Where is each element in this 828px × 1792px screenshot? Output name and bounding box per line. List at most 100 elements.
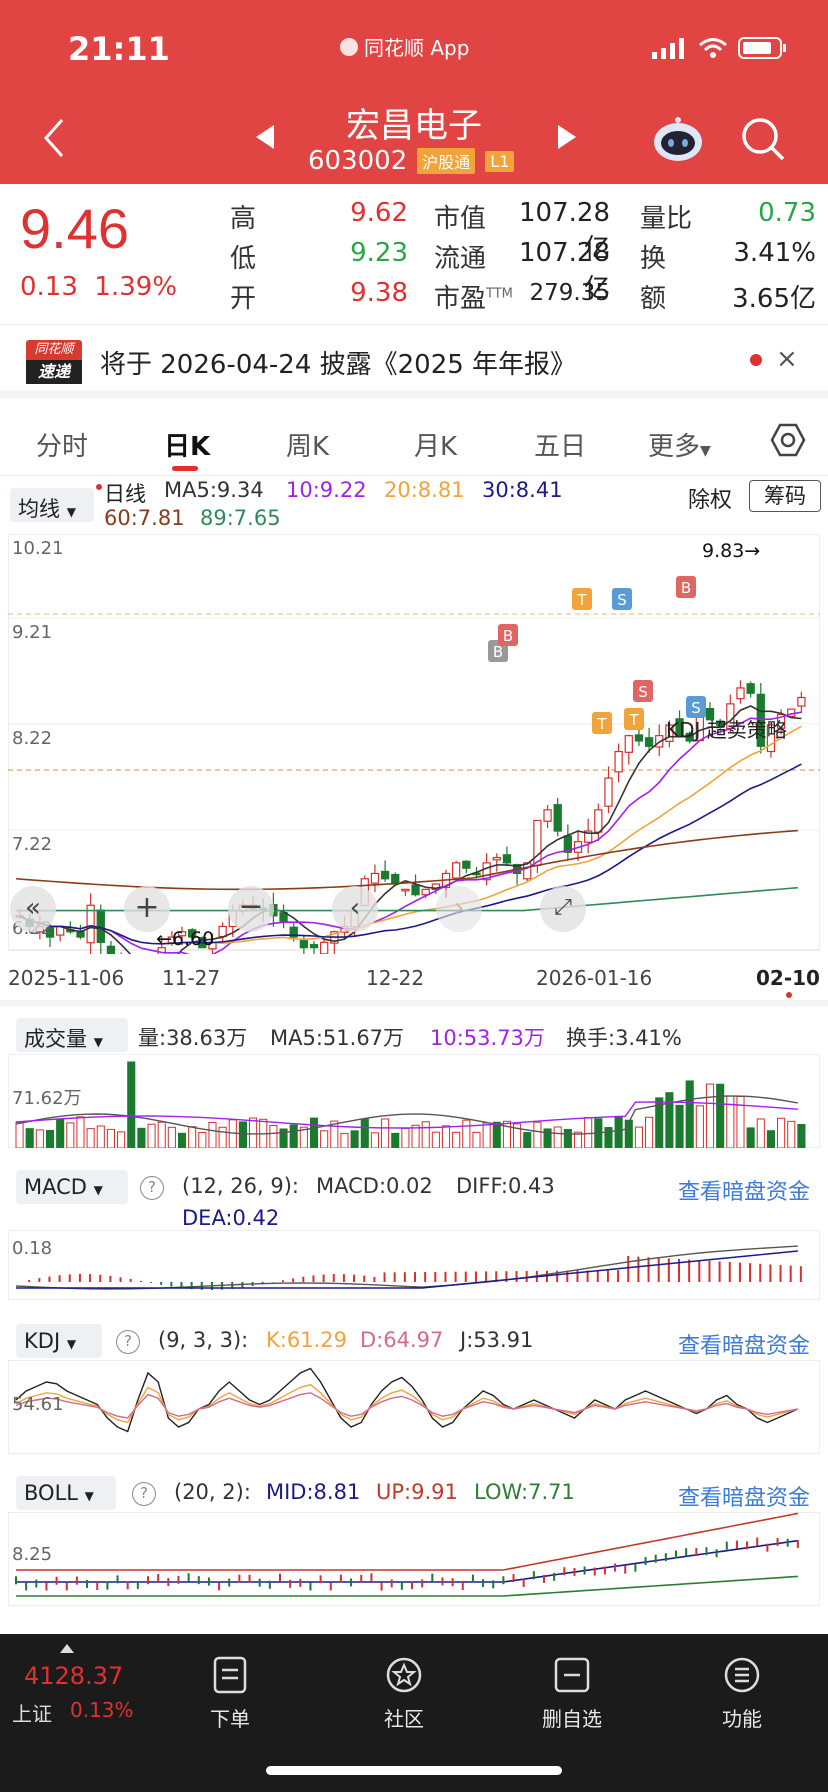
candle-body [644,737,654,747]
volume-selector[interactable]: 成交量 ▼ [16,1018,128,1052]
boll-chart[interactable] [8,1512,820,1606]
y-axis-4: 7.22 [12,834,53,855]
notice-text[interactable]: 将于 2026-04-24 披露《2025 年年报》 [100,344,576,381]
signal-badge-text: B [681,579,691,597]
volume-chart[interactable] [8,1054,820,1148]
kdj-strategy-label[interactable]: KDJ 超卖策略 [666,714,787,743]
boll-up: UP:9.91 [376,1480,458,1504]
scroll-left-button[interactable]: « [10,886,56,932]
y-axis-3: 8.22 [12,728,53,749]
volume-bar [614,1115,623,1148]
volume-bar [86,1128,95,1148]
dark-pool-link-macd[interactable]: 查看暗盘资金 [678,1174,810,1206]
nav-functions[interactable]: 功能 [682,1656,802,1732]
search-icon[interactable] [740,116,786,162]
macd-params: (12, 26, 9): [182,1174,299,1198]
volume-bar [553,1126,562,1148]
volume-bar [188,1126,197,1148]
volume-bar [35,1129,44,1148]
turnover-label: 换 [640,244,667,274]
dea-value: DEA:0.42 [182,1206,280,1230]
ma5-value: MA5:9.34 [164,478,264,502]
tab-fenshi[interactable]: 分时 [36,426,88,463]
candlestick-chart[interactable]: T SBBBT TSS [8,534,820,954]
macd-y-label: 0.18 [12,1238,53,1259]
kdj-selector[interactable]: KDJ ▼ [16,1324,102,1358]
stock-code: 603002 [308,146,408,176]
min-price-label: ←6.60 [156,928,215,950]
nav-remove-watchlist[interactable]: 删自选 [512,1656,632,1732]
settings-hex-icon[interactable] [770,422,806,458]
volume-bar [269,1124,278,1148]
boll-selector[interactable]: BOLL ▼ [16,1476,116,1510]
nav-remove-watchlist-label: 删自选 [542,1707,602,1731]
volume-bar [675,1104,684,1148]
j-line [15,1367,799,1433]
vol-ratio-value: 0.73 [758,198,816,228]
help-icon[interactable]: ? [140,1176,164,1200]
prev-candle-button[interactable]: ‹ [332,886,378,932]
volume-turnover: 换手:3.41% [566,1026,682,1050]
app-logo-icon [340,37,358,56]
volume-bar [370,1132,379,1148]
volume-bar [117,1131,126,1148]
exright-button[interactable]: 除权 [688,482,732,514]
nav-community[interactable]: 社区 [344,1656,464,1732]
tab-monthly-k[interactable]: 月K [414,426,457,463]
volume-bar [127,1061,136,1148]
boll-params: (20, 2): [174,1480,251,1504]
volume-bar [56,1119,65,1148]
index-widget[interactable]: 4128.37 上证 0.13% [10,1642,140,1726]
notice-close-button[interactable]: × [776,344,798,374]
volume-bar [695,1105,704,1148]
nav-order[interactable]: 下单 [170,1656,290,1732]
volume-bar [787,1120,796,1148]
date-label-2: 11-27 [162,966,221,990]
tab-more-label: 更多 [648,432,701,462]
fullscreen-button[interactable]: ⤢ [540,886,586,932]
candle-body [543,809,552,822]
macd-chart[interactable] [8,1230,820,1300]
boll-selector-label: BOLL [24,1481,78,1505]
red-dot [96,484,102,490]
low-value: 9.23 [350,238,408,268]
volume-bar [705,1083,715,1148]
signal-badge-text: S [617,591,627,609]
volume-bar [401,1127,410,1148]
tab-weekly-k[interactable]: 周K [286,426,329,463]
active-tab-indicator [172,466,198,471]
candle-body [309,944,319,949]
boll-y-label: 8.25 [12,1544,53,1565]
date-label-1: 2025-11-06 [8,966,125,990]
zoom-in-button[interactable]: + [124,886,170,932]
tab-five-day[interactable]: 五日 [534,426,586,463]
volume-bar [167,1126,176,1148]
robot-assistant-icon[interactable] [652,116,704,164]
candle-body [380,870,390,880]
home-indicator [266,1766,562,1775]
candle-body [299,940,309,949]
chips-button[interactable]: 筹码 [749,480,821,512]
tab-more[interactable]: 更多▼ [648,426,711,463]
volume-bar [716,1083,725,1148]
mktcap-label: 市值 [434,204,487,234]
float-label: 流通 [434,244,487,274]
help-icon[interactable]: ? [116,1330,140,1354]
kdj-chart[interactable] [8,1360,820,1454]
triangle-down-icon: ▼ [93,1035,103,1049]
volume-bar [137,1127,146,1148]
ma-selector[interactable]: 均线 ▼ [10,488,94,522]
volume-bar [665,1092,674,1148]
help-icon[interactable]: ? [132,1482,156,1506]
next-stock-icon[interactable] [556,124,578,150]
dark-pool-link-boll[interactable]: 查看暗盘资金 [678,1480,810,1512]
volume-bar [685,1080,694,1148]
boll-frame [8,1512,820,1606]
volume-bar [238,1121,247,1148]
candle-body [452,862,461,879]
macd-selector[interactable]: MACD ▼ [16,1170,128,1204]
tab-daily-k[interactable]: 日K [164,426,210,463]
dark-pool-link-kdj[interactable]: 查看暗盘资金 [678,1328,810,1360]
next-candle-button[interactable]: › [436,886,482,932]
zoom-out-button[interactable]: − [228,886,274,932]
